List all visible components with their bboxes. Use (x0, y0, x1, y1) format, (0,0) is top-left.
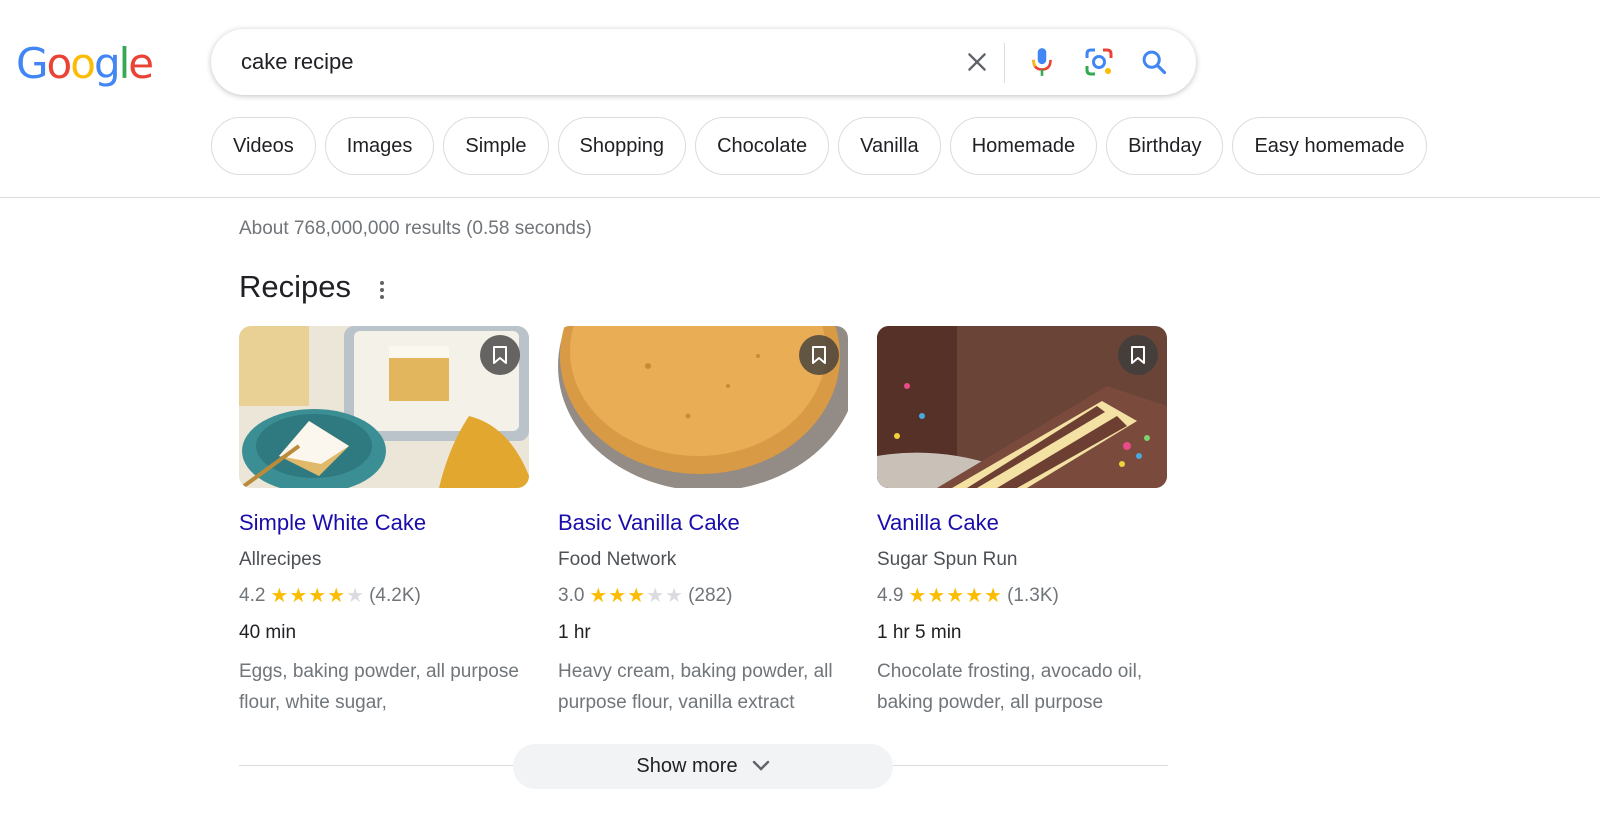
logo-letter: o (70, 39, 96, 88)
recipe-time: 1 hr 5 min (877, 622, 962, 643)
chip-birthday[interactable]: Birthday (1106, 117, 1224, 175)
star-icon: ★ (627, 585, 646, 607)
recipe-time: 40 min (239, 622, 297, 643)
star-icon: ★ (646, 585, 665, 607)
star-icon: ★ (308, 585, 327, 607)
star-icon: ★ (289, 585, 308, 607)
recipe-ingredients: Eggs, baking powder, all purpose flour, … (239, 661, 519, 713)
google-logo[interactable]: G o o g l e (16, 39, 154, 88)
recipe-rating: 4.2 ★ ★ ★ ★ ★ (4.2K) (239, 582, 529, 610)
star-rating: ★ ★ ★ ★ ★ (908, 586, 1002, 606)
review-count: (4.2K) (369, 585, 421, 606)
bookmark-icon[interactable] (799, 335, 839, 375)
recipe-image-white-cake[interactable] (239, 326, 529, 488)
logo-letter: G (16, 39, 49, 88)
star-rating: ★ ★ ★ ★ ★ (589, 586, 683, 606)
recipe-rating: 4.9 ★ ★ ★ ★ ★ (1.3K) (877, 582, 1167, 610)
star-icon: ★ (946, 585, 965, 607)
recipe-card[interactable]: Basic Vanilla Cake Food Network 3.0 ★ ★ ★ ★… (558, 326, 848, 718)
star-icon: ★ (984, 585, 1003, 607)
show-more-label: Show more (636, 755, 738, 777)
chevron-down-icon (752, 755, 770, 778)
star-icon: ★ (270, 585, 289, 607)
recipe-image-basic-vanilla-cake[interactable] (558, 326, 848, 488)
chip-easy-homemade[interactable]: Easy homemade (1232, 117, 1427, 175)
star-icon: ★ (608, 585, 627, 607)
chip-shopping[interactable]: Shopping (557, 117, 687, 175)
star-rating: ★ ★ ★ ★ ★ (270, 586, 364, 606)
lens-camera-icon[interactable] (1079, 42, 1119, 82)
review-count: (1.3K) (1007, 585, 1059, 606)
star-icon: ★ (327, 585, 346, 607)
recipe-title-link[interactable]: Vanilla Cake (877, 508, 1167, 538)
search-box[interactable]: cake recipe (211, 29, 1196, 95)
rating-value: 4.2 (239, 585, 266, 606)
recipe-time: 1 hr (558, 622, 591, 643)
logo-letter: o (46, 39, 73, 88)
chip-vanilla[interactable]: Vanilla (838, 117, 941, 175)
chip-chocolate[interactable]: Chocolate (695, 117, 830, 175)
clear-icon[interactable] (957, 42, 997, 82)
review-count: (282) (688, 585, 733, 606)
microphone-icon[interactable] (1022, 42, 1062, 82)
chip-images[interactable]: Images (324, 117, 435, 175)
recipe-ingredients: Chocolate frosting, avocado oil, baking … (877, 661, 1143, 713)
recipe-source: Sugar Spun Run (877, 549, 1018, 570)
search-input[interactable]: cake recipe (241, 29, 354, 95)
show-more-button[interactable]: Show more (513, 744, 893, 789)
star-icon: ★ (665, 585, 684, 607)
logo-letter: g (93, 39, 121, 88)
recipe-card[interactable]: Vanilla Cake Sugar Spun Run 4.9 ★ ★ ★ ★ ★ (1… (877, 326, 1167, 718)
chip-videos[interactable]: Videos (211, 117, 316, 175)
search-icon[interactable] (1134, 42, 1174, 82)
recipe-title-link[interactable]: Basic Vanilla Cake (558, 508, 848, 538)
filter-chips: Videos Images Simple Shopping Chocolate … (211, 117, 1427, 175)
search-divider (1004, 43, 1005, 83)
star-icon: ★ (589, 585, 608, 607)
header-divider (0, 197, 1600, 198)
recipe-rating: 3.0 ★ ★ ★ ★ ★ (282) (558, 582, 848, 610)
recipe-source: Food Network (558, 549, 677, 570)
recipe-card[interactable]: Simple White Cake Allrecipes 4.2 ★ ★ ★ ★ ★ (… (239, 326, 529, 718)
recipes-heading: Recipes (239, 269, 351, 304)
logo-letter: l (118, 39, 131, 88)
rating-value: 4.9 (877, 585, 904, 606)
recipe-title-link[interactable]: Simple White Cake (239, 508, 529, 538)
bookmark-icon[interactable] (1118, 335, 1158, 375)
rating-value: 3.0 (558, 585, 585, 606)
star-icon: ★ (346, 585, 365, 607)
star-icon: ★ (927, 585, 946, 607)
recipe-cards: Simple White Cake Allrecipes 4.2 ★ ★ ★ ★ ★ (… (239, 326, 1167, 718)
recipe-ingredients: Heavy cream, baking powder, all purpose … (558, 661, 833, 713)
result-stats: About 768,000,000 results (0.58 seconds) (239, 218, 592, 239)
bookmark-icon[interactable] (480, 335, 520, 375)
star-icon: ★ (908, 585, 927, 607)
star-icon: ★ (965, 585, 984, 607)
more-options-icon[interactable] (370, 278, 394, 302)
logo-letter: e (128, 39, 154, 88)
chip-homemade[interactable]: Homemade (949, 117, 1098, 175)
chip-simple[interactable]: Simple (443, 117, 549, 175)
recipe-image-vanilla-cake[interactable] (877, 326, 1167, 488)
recipe-source: Allrecipes (239, 549, 322, 570)
